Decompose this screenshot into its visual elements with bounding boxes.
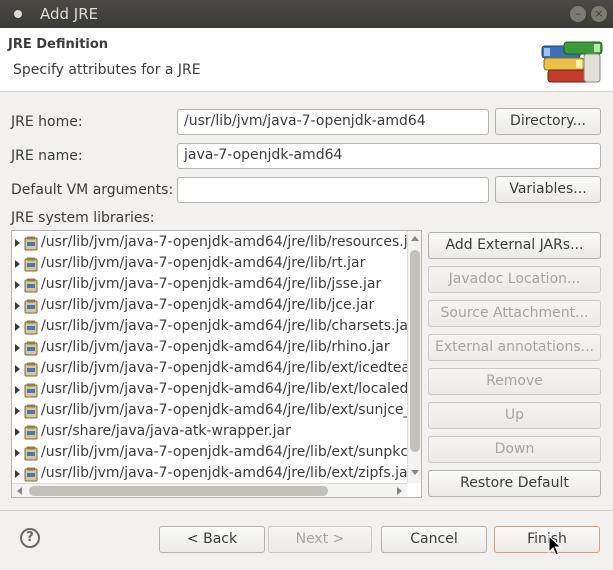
library-path: /usr/lib/jvm/java-7-openjdk-amd64/jre/li…	[41, 381, 407, 397]
jar-icon	[24, 341, 38, 356]
jre-name-label: JRE name:	[11, 148, 83, 164]
triangle-right-icon[interactable]	[15, 260, 20, 268]
close-icon[interactable]: ×	[591, 6, 607, 22]
library-path: /usr/lib/jvm/java-7-openjdk-amd64/jre/li…	[41, 276, 382, 292]
jar-icon	[24, 257, 38, 272]
libraries-list[interactable]: /usr/lib/jvm/java-7-openjdk-amd64/jre/li…	[11, 230, 422, 498]
library-row[interactable]: /usr/share/java/java-atk-wrapper.jar	[12, 422, 407, 443]
page-description: Specify attributes for a JRE	[13, 62, 201, 78]
title-bar[interactable]: Add JRE – ×	[0, 0, 613, 28]
vertical-scroll-thumb[interactable]	[410, 250, 420, 452]
cancel-button[interactable]: Cancel	[381, 526, 487, 553]
triangle-right-icon[interactable]	[15, 449, 20, 457]
triangle-right-icon[interactable]	[15, 323, 20, 331]
footer-divider	[0, 510, 613, 511]
library-row[interactable]: /usr/lib/jvm/java-7-openjdk-amd64/jre/li…	[12, 359, 407, 380]
triangle-right-icon[interactable]	[15, 428, 20, 436]
library-row[interactable]: /usr/lib/jvm/java-7-openjdk-amd64/jre/li…	[12, 443, 407, 464]
library-row[interactable]: /usr/lib/jvm/java-7-openjdk-amd64/jre/li…	[12, 338, 407, 359]
remove-button[interactable]: Remove	[428, 368, 601, 395]
library-row[interactable]: /usr/lib/jvm/java-7-openjdk-amd64/jre/li…	[12, 401, 407, 422]
library-path: /usr/share/java/java-atk-wrapper.jar	[41, 423, 291, 439]
next-button[interactable]: Next >	[268, 526, 372, 553]
library-path: /usr/lib/jvm/java-7-openjdk-amd64/jre/li…	[41, 297, 375, 313]
scroll-down-icon[interactable]	[411, 470, 419, 475]
jar-icon	[24, 236, 38, 251]
jar-icon	[24, 299, 38, 314]
variables-button[interactable]: Variables...	[495, 176, 601, 203]
source-attachment-button[interactable]: Source Attachment...	[428, 300, 601, 327]
scroll-right-icon[interactable]	[397, 487, 402, 495]
triangle-right-icon[interactable]	[15, 365, 20, 373]
jar-icon	[24, 383, 38, 398]
header-banner: JRE Definition Specify attributes for a …	[0, 28, 613, 92]
library-path: /usr/lib/jvm/java-7-openjdk-amd64/jre/li…	[41, 234, 407, 250]
library-path: /usr/lib/jvm/java-7-openjdk-amd64/jre/li…	[41, 360, 407, 376]
add-external-jars-button[interactable]: Add External JARs...	[428, 232, 601, 259]
help-icon[interactable]: ?	[20, 528, 40, 548]
triangle-right-icon[interactable]	[15, 344, 20, 352]
add-jre-dialog: Add JRE – × JRE Definition Specify attri…	[0, 0, 613, 570]
triangle-right-icon[interactable]	[15, 302, 20, 310]
vertical-scrollbar[interactable]	[407, 231, 421, 483]
external-annotations-button[interactable]: External annotations...	[428, 334, 601, 361]
down-button[interactable]: Down	[428, 436, 601, 463]
jar-icon	[24, 446, 38, 461]
library-row[interactable]: /usr/lib/jvm/java-7-openjdk-amd64/jre/li…	[12, 464, 407, 485]
libraries-label: JRE system libraries:	[11, 210, 155, 226]
page-title: JRE Definition	[8, 37, 109, 52]
library-path: /usr/lib/jvm/java-7-openjdk-amd64/jre/li…	[41, 402, 407, 418]
library-path: /usr/lib/jvm/java-7-openjdk-amd64/jre/li…	[41, 444, 407, 460]
jre-name-input[interactable]: java-7-openjdk-amd64	[177, 143, 601, 169]
triangle-right-icon[interactable]	[15, 386, 20, 394]
restore-default-button[interactable]: Restore Default	[428, 470, 601, 497]
library-path: /usr/lib/jvm/java-7-openjdk-amd64/jre/li…	[41, 465, 407, 481]
library-row[interactable]: /usr/lib/jvm/java-7-openjdk-amd64/jre/li…	[12, 254, 407, 275]
library-row[interactable]: /usr/lib/jvm/java-7-openjdk-amd64/jre/li…	[12, 275, 407, 296]
jar-icon	[24, 467, 38, 482]
triangle-right-icon[interactable]	[15, 470, 20, 478]
library-row[interactable]: /usr/lib/jvm/java-7-openjdk-amd64/jre/li…	[12, 380, 407, 401]
vm-args-label: Default VM arguments:	[11, 182, 174, 198]
triangle-right-icon[interactable]	[15, 281, 20, 289]
jar-icon	[24, 404, 38, 419]
library-path: /usr/lib/jvm/java-7-openjdk-amd64/jre/li…	[41, 339, 390, 355]
window-title: Add JRE	[40, 5, 99, 23]
library-path: /usr/lib/jvm/java-7-openjdk-amd64/jre/li…	[41, 255, 366, 271]
triangle-right-icon[interactable]	[15, 407, 20, 415]
library-row[interactable]: /usr/lib/jvm/java-7-openjdk-amd64/jre/li…	[12, 233, 407, 254]
finish-button[interactable]: Finish	[494, 526, 600, 553]
books-icon	[541, 41, 603, 83]
javadoc-location-button[interactable]: Javadoc Location...	[428, 266, 601, 293]
minimize-icon[interactable]: –	[570, 6, 586, 22]
jre-home-label: JRE home:	[11, 114, 83, 130]
vm-args-input[interactable]	[177, 177, 489, 203]
library-row[interactable]: /usr/lib/jvm/java-7-openjdk-amd64/jre/li…	[12, 317, 407, 338]
jar-icon	[24, 320, 38, 335]
triangle-right-icon[interactable]	[15, 239, 20, 247]
scroll-up-icon[interactable]	[411, 236, 419, 241]
library-row[interactable]: /usr/lib/jvm/java-7-openjdk-amd64/jre/li…	[12, 296, 407, 317]
library-path: /usr/lib/jvm/java-7-openjdk-amd64/jre/li…	[41, 318, 407, 334]
scroll-left-icon[interactable]	[17, 487, 22, 495]
horizontal-scrollbar[interactable]	[12, 483, 407, 497]
up-button[interactable]: Up	[428, 402, 601, 429]
jre-home-input[interactable]: /usr/lib/jvm/java-7-openjdk-amd64	[177, 109, 489, 135]
back-button[interactable]: < Back	[159, 526, 265, 553]
jar-icon	[24, 425, 38, 440]
jar-icon	[24, 278, 38, 293]
jar-icon	[24, 362, 38, 377]
horizontal-scroll-thumb[interactable]	[29, 486, 328, 496]
window-menu-icon[interactable]	[14, 10, 22, 18]
directory-button[interactable]: Directory...	[495, 108, 601, 135]
mouse-pointer-icon	[548, 535, 562, 556]
